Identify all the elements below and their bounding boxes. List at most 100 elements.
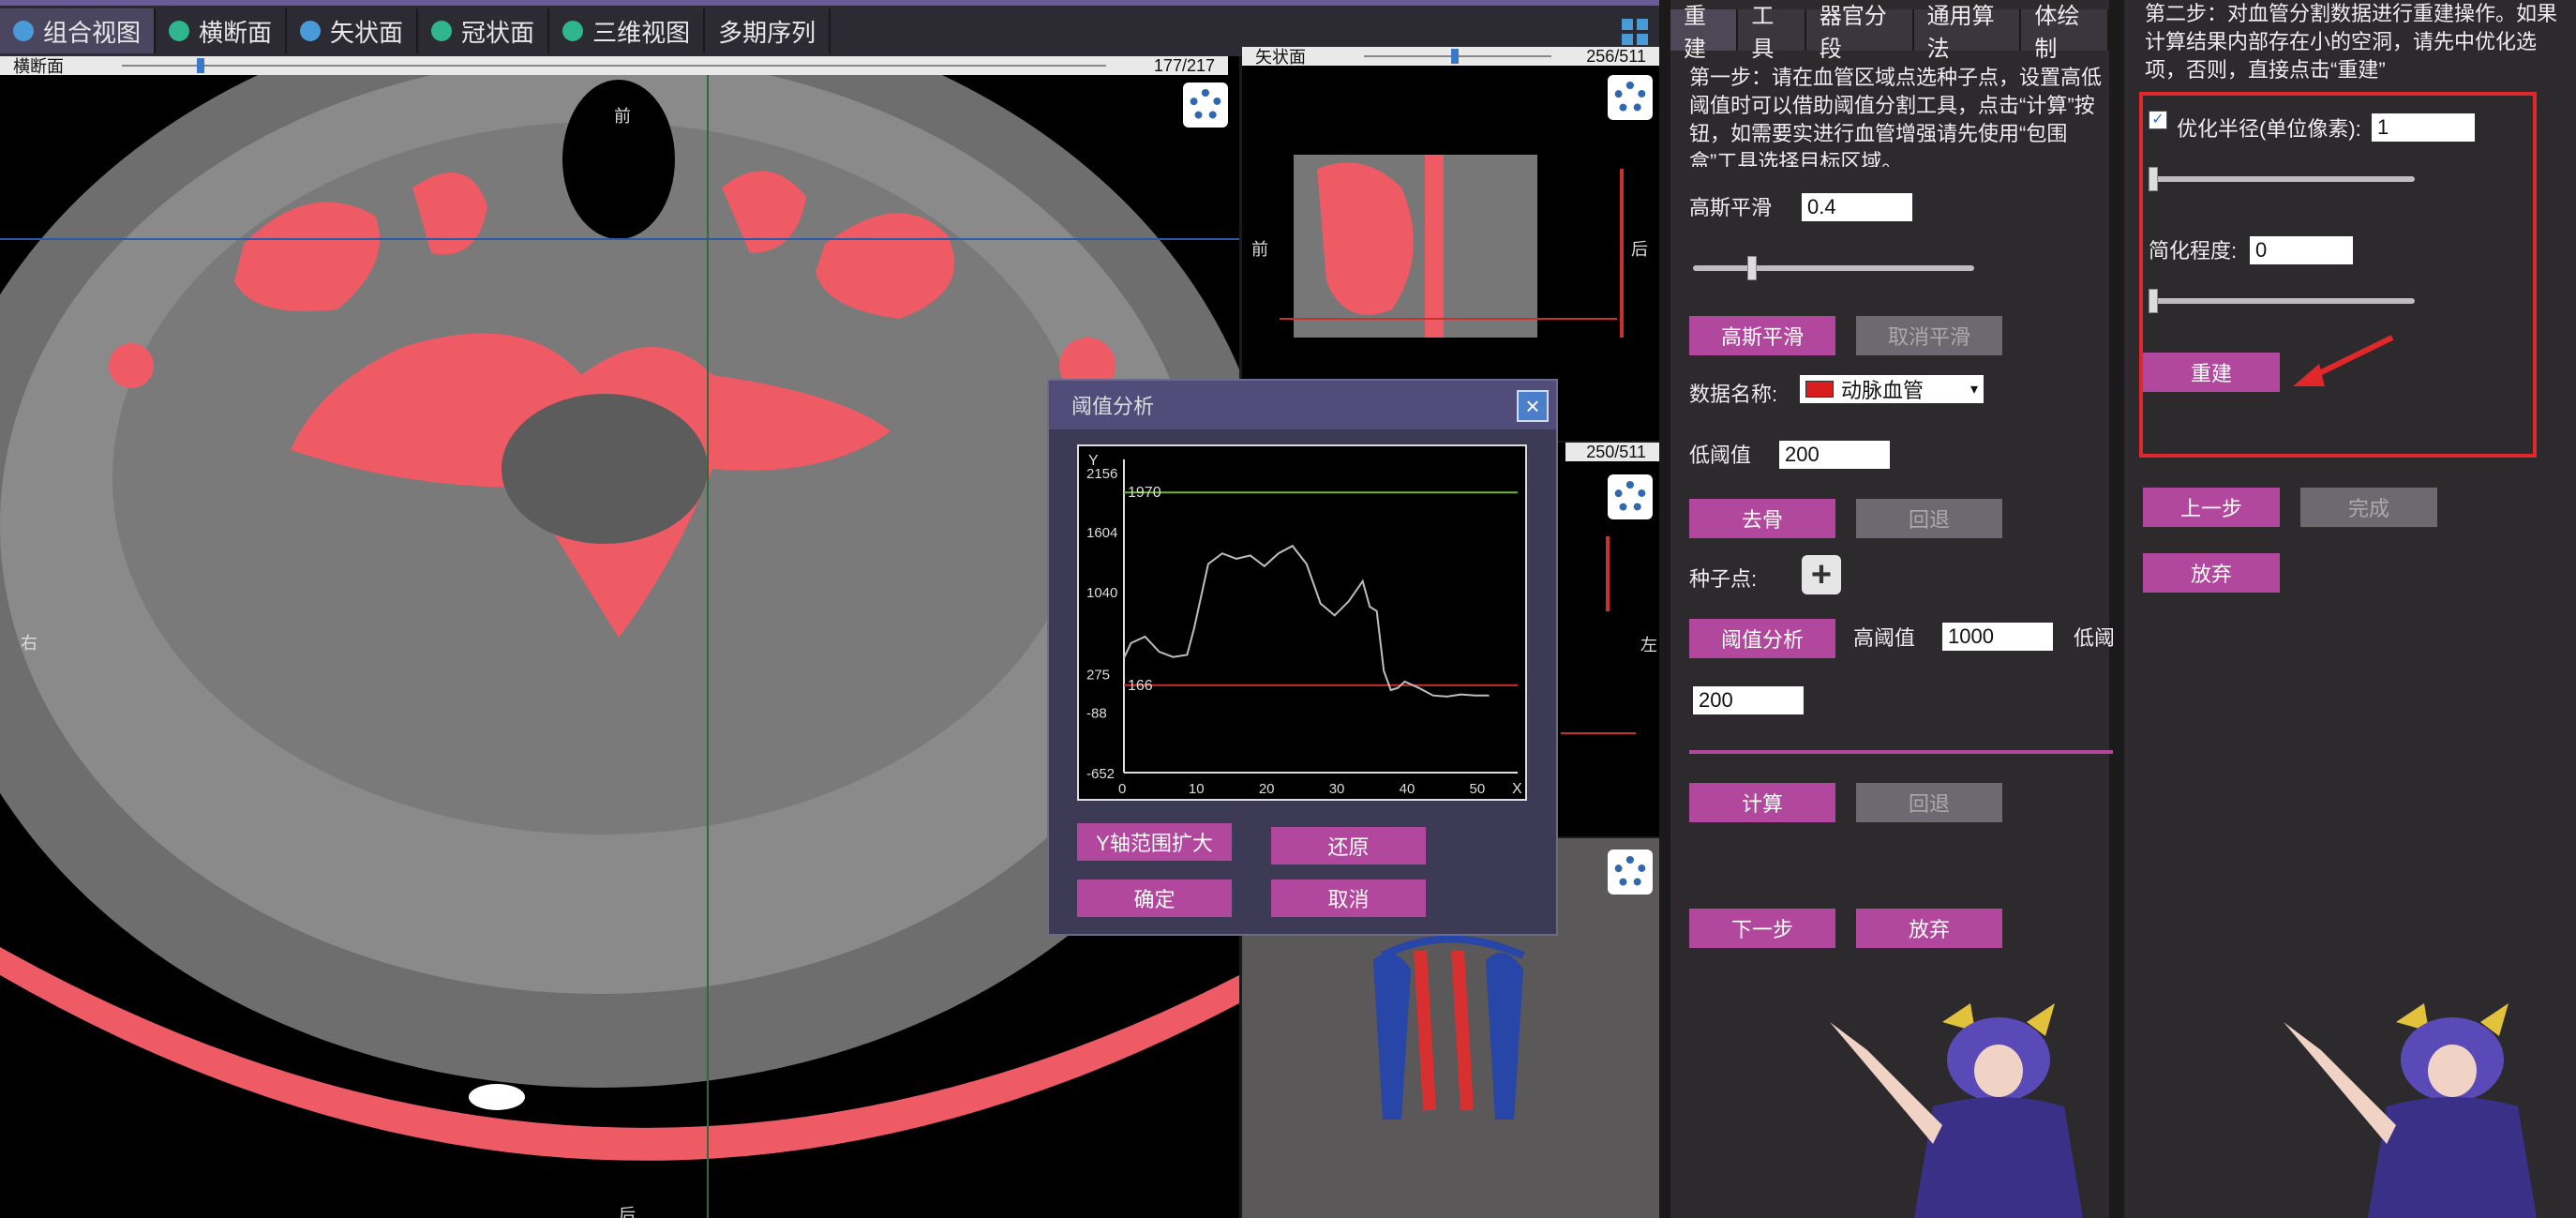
next-step-button[interactable]: 下一步 xyxy=(1689,909,1835,948)
optimize-slider-handle[interactable] xyxy=(2149,167,2158,191)
optimize-radius-label: 优化半径(单位像素): xyxy=(2177,117,2361,141)
dialog-title: 阈值分析 xyxy=(1049,381,1556,429)
dialog-close-icon[interactable]: × xyxy=(1517,390,1549,422)
tab-label: 三维视图 xyxy=(592,18,691,47)
undo-button[interactable]: 回退 xyxy=(1856,499,2002,538)
cancel-button[interactable]: 取消 xyxy=(1271,880,1426,917)
y-tick-label: -652 xyxy=(1086,766,1115,782)
tab-coronal[interactable]: 冠状面 xyxy=(418,8,550,53)
rebuild-step2-panel: 第二步：对血管分割数据进行重建操作。如果计算结果内部存在小的空洞，请先中优化选项… xyxy=(2119,0,2576,1218)
sagittal-orient-posterior: 后 xyxy=(1631,240,1648,259)
optimize-checkbox[interactable]: ✓ xyxy=(2149,111,2167,129)
low-threshold-label: 低阈值 xyxy=(1689,444,1752,467)
histogram-series-line xyxy=(1123,544,1490,698)
axial-orient-right: 右 xyxy=(21,634,37,653)
tab-combined-view[interactable]: 组合视图 xyxy=(0,8,157,53)
compute-button[interactable]: 计算 xyxy=(1689,783,1835,822)
sagittal-settings-gear-icon[interactable] xyxy=(1608,75,1653,120)
sagittal-slice-handle[interactable] xyxy=(1451,49,1459,64)
tab-organ-segmentation[interactable]: 器官分段 xyxy=(1805,4,1914,62)
tab-sagittal[interactable]: 矢状面 xyxy=(287,8,419,53)
tab-label: 横断面 xyxy=(199,18,273,47)
data-name-label: 数据名称: xyxy=(1689,383,1778,406)
view-dot-icon xyxy=(13,21,34,41)
threshold-line-label: 1970 xyxy=(1128,485,1161,501)
reconstruction-panel: 重建 工具 器官分段 通用算法 体绘制 第一步：请在血管区域点选种子点，设置高低… xyxy=(1667,0,2113,1218)
view-dot-icon xyxy=(300,21,322,41)
x-tick-label: 50 xyxy=(1470,781,1486,797)
threshold-chart[interactable]: Y X 2156 1604 1040 275 -88 -652 0 10 20 30 40 50 1970 1… xyxy=(1077,444,1527,801)
step2-instructions: 第二步：对血管分割数据进行重建操作。如果计算结果内部存在小的空洞，请先中优化选项… xyxy=(2145,2,2558,82)
undo-button-2[interactable]: 回退 xyxy=(1856,783,2002,822)
simplify-slider-handle[interactable] xyxy=(2149,289,2158,313)
seed-label: 种子点: xyxy=(1689,567,1758,591)
data-name-select[interactable]: 动脉血管 ▾ xyxy=(1800,375,1984,403)
view-dot-icon xyxy=(562,21,584,41)
add-seed-plus-icon[interactable]: + xyxy=(1802,555,1841,594)
view-dot-icon xyxy=(169,21,190,41)
layout-grid-icon[interactable] xyxy=(1622,19,1650,47)
axial-slice-handle[interactable] xyxy=(197,58,204,73)
optimize-radius-input[interactable]: 1 xyxy=(2372,113,2475,142)
ok-button[interactable]: 确定 xyxy=(1077,880,1232,917)
x-tick-label: 30 xyxy=(1329,781,1345,797)
threshold-chart-svg: YX215616041040275-88-6520 10 20 30 40 5019701… xyxy=(1086,453,1522,797)
gauss-slider-handle[interactable] xyxy=(1747,256,1757,280)
section-divider xyxy=(1689,750,2113,754)
x-tick-label: 10 xyxy=(1189,781,1205,797)
tab-label: 组合视图 xyxy=(43,18,142,47)
pointer-arrow-icon xyxy=(2293,335,2394,386)
data-name-value: 动脉血管 xyxy=(1841,379,1925,402)
tab-rebuild[interactable]: 重建 xyxy=(1670,4,1739,62)
coronal-slice-bar: 250/511 xyxy=(1565,443,1659,461)
threshold-analysis-button[interactable]: 阈值分析 xyxy=(1689,619,1835,658)
axial-slice-index: 177/217 xyxy=(1153,56,1215,75)
tab-axial[interactable]: 横断面 xyxy=(156,8,288,53)
tab-tools[interactable]: 工具 xyxy=(1738,4,1806,62)
sagittal-slice-bar: 矢状面 256/511 xyxy=(1242,47,1659,67)
gauss-input[interactable]: 0.4 xyxy=(1802,193,1912,221)
restore-button[interactable]: 还原 xyxy=(1271,827,1426,865)
abandon-button-2[interactable]: 放弃 xyxy=(2143,553,2280,593)
tab-label: 多期序列 xyxy=(718,18,816,47)
axial-slice-track[interactable] xyxy=(122,65,1106,67)
sagittal-slice-index: 256/511 xyxy=(1586,47,1646,66)
tab-label: 矢状面 xyxy=(330,18,404,47)
mascot-character-illustration xyxy=(1830,1003,2083,1218)
highlight-frame xyxy=(2139,92,2537,458)
gauss-slider[interactable] xyxy=(1693,256,1974,280)
high-threshold-input[interactable]: 1000 xyxy=(1942,623,2053,651)
prev-step-button[interactable]: 上一步 xyxy=(2143,488,2280,527)
low-threshold-input-2[interactable]: 200 xyxy=(1693,686,1804,714)
gauss-smooth-button[interactable]: 高斯平滑 xyxy=(1689,316,1835,355)
tab-volume-rendering[interactable]: 体绘制 xyxy=(2021,4,2109,62)
x-tick-label: 20 xyxy=(1259,781,1275,797)
axial-settings-gear-icon[interactable] xyxy=(1183,83,1228,128)
coronal-settings-gear-icon[interactable] xyxy=(1608,474,1653,519)
tab-multi-phase[interactable]: 多期序列 xyxy=(705,8,831,53)
x-tick-label: 40 xyxy=(1400,781,1415,797)
tab-general-algorithms[interactable]: 通用算法 xyxy=(1913,4,2022,62)
chevron-down-icon: ▾ xyxy=(1969,382,1978,398)
high-threshold-label: 高阈值 xyxy=(1853,626,1916,650)
low-threshold-input[interactable]: 200 xyxy=(1779,441,1890,469)
axial-orient-anterior: 前 xyxy=(614,107,631,126)
abandon-button[interactable]: 放弃 xyxy=(1856,909,2002,948)
y-tick-label: -88 xyxy=(1086,706,1107,722)
x-axis-label: X xyxy=(1512,781,1522,797)
rebuild-button[interactable]: 重建 xyxy=(2143,353,2280,392)
coronal-orient-left: 左 xyxy=(1640,636,1657,654)
remove-bone-button[interactable]: 去骨 xyxy=(1689,499,1835,538)
simplify-input[interactable]: 0 xyxy=(2250,236,2353,264)
sagittal-orient-anterior: 前 xyxy=(1251,240,1268,259)
y-tick-label: 1604 xyxy=(1086,525,1117,541)
tab-3d-view[interactable]: 三维视图 xyxy=(549,8,706,53)
3d-settings-gear-icon[interactable] xyxy=(1608,850,1653,895)
cancel-smooth-button[interactable]: 取消平滑 xyxy=(1856,316,2002,355)
y-range-expand-button[interactable]: Y轴范围扩大 xyxy=(1077,823,1232,861)
low-threshold-label-2: 低阈 xyxy=(2074,626,2113,650)
threshold-line-label: 166 xyxy=(1128,678,1153,694)
finish-button[interactable]: 完成 xyxy=(2300,488,2437,527)
optimize-radius-slider[interactable] xyxy=(2149,167,2415,191)
simplify-slider[interactable] xyxy=(2149,289,2415,313)
